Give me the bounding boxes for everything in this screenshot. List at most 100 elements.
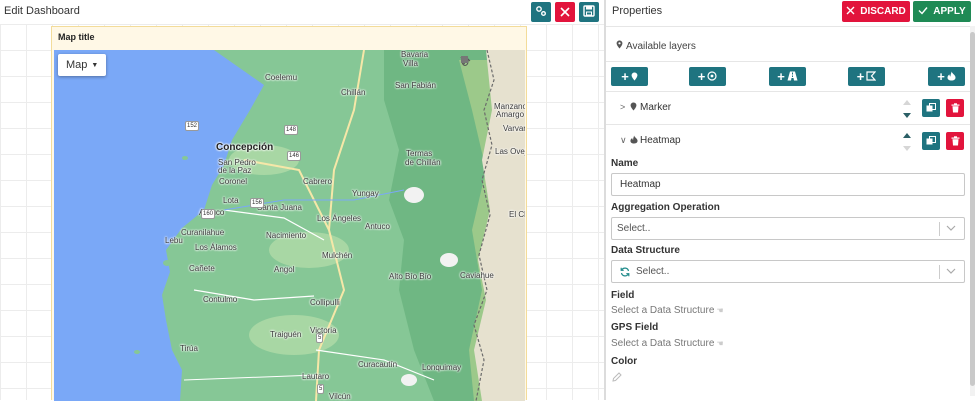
city-label: Nacimiento [266,231,307,240]
delete-layer-button[interactable] [946,132,964,150]
apply-button[interactable]: APPLY [913,1,971,22]
highway-shield: 160 [201,209,216,219]
city-label: Tirúa [180,344,198,353]
city-label: Yungay [352,189,379,198]
color-label: Color [611,356,638,367]
add-heatmap-layer-button[interactable]: + [928,67,965,86]
pointer-icon: ☚ [716,339,724,348]
settings-button[interactable] [531,2,551,22]
pointer-icon: ☚ [716,306,724,315]
available-layers-label: Available layers [626,41,696,52]
polygon-icon [866,69,877,84]
caret-down-icon: ▼ [91,61,99,69]
copy-icon [926,134,936,149]
layer-row-heatmap[interactable]: ∨ Heatmap [606,124,970,157]
add-polygon-layer-button[interactable]: + [848,67,885,86]
city-label: Caviahue [460,271,494,280]
city-label: de Chillán [405,158,441,167]
city-label: Bavaria [401,50,429,59]
add-route-layer-button[interactable]: + [769,67,806,86]
rectangle-icon[interactable] [461,55,505,68]
gps-field-label: GPS Field [611,322,659,333]
map-terrain [134,50,525,401]
save-button[interactable] [579,2,599,22]
city-label: Angol [274,265,295,274]
city-label: Amargo [496,110,525,119]
chevron-down-icon [946,223,956,236]
highway-shield: 5 [316,333,324,343]
dashboard-toolbar: Edit Dashboard [0,0,604,24]
map-type-selector[interactable]: Map ▼ [58,54,107,76]
add-marker-layer-button[interactable]: + [611,67,648,86]
city-label: El Cho [509,210,525,219]
close-dashboard-button[interactable] [555,2,575,22]
target-icon [707,69,717,84]
city-label: Las Ovejas [495,147,525,156]
city-label: Cañete [189,264,215,273]
map-view[interactable]: Map ▼ Bavaria Villa Coelemu San Fabián C… [54,50,525,401]
layer-name: Marker [640,102,672,113]
refresh-icon[interactable] [612,267,630,277]
aggregation-placeholder: Select.. [617,223,651,234]
map-widget[interactable]: Map title Map ▼ Bavaria Villa Coelemu Sa… [51,26,527,401]
marker-icon [630,102,637,114]
city-label: Lonquimay [422,363,462,372]
duplicate-layer-button[interactable] [922,132,940,150]
city-label: Lota [223,196,239,205]
chevron-right-icon[interactable]: > [620,102,625,112]
data-structure-select[interactable]: Select.. [611,260,965,283]
highway-shield: 5 [317,384,325,394]
field-hint: Select a Data Structure ☚ [611,305,724,316]
city-label: Termas [406,149,433,158]
highway-shield: 146 [287,151,302,161]
close-icon [560,5,570,20]
properties-panel: Properties DISCARD APPLY Available layer… [606,0,975,400]
panel-scrollbar[interactable] [970,26,975,396]
city-label: Coelemu [265,73,298,82]
data-structure-placeholder: Select.. [636,266,670,277]
name-label: Name [611,158,639,169]
city-label: San Fabián [395,81,436,90]
trash-icon [951,134,960,149]
name-input[interactable]: Heatmap [611,173,965,196]
heatmap-icon [947,69,956,84]
select-separator [939,222,940,236]
circle-icon[interactable] [461,55,521,68]
city-label: Collipulli [310,298,340,307]
scroll-thumb[interactable] [970,32,975,386]
city-label: Alto Bío Bío [389,272,432,281]
city-label: Victoria [310,326,337,335]
check-icon [918,6,928,18]
reorder-arrows[interactable] [902,129,912,155]
dashboard-canvas: Edit Dashboard Map title Map ▼ Bavaria V… [0,0,604,401]
city-label: Traiguén [270,330,302,339]
aggregation-label: Aggregation Operation [611,202,720,213]
layer-name: Heatmap [640,135,681,146]
copy-icon [926,101,936,116]
city-label: Los Ángeles [317,214,362,223]
chevron-down-icon [946,266,956,279]
gps-field-hint: Select a Data Structure ☚ [611,338,724,349]
layer-row-marker[interactable]: > Marker [606,91,970,124]
duplicate-layer-button[interactable] [922,99,940,117]
gps-hint-text: Select a Data Structure [611,338,715,349]
chevron-down-icon[interactable]: ∨ [620,135,627,146]
city-label: Contulmo [203,295,238,304]
aggregation-select[interactable]: Select.. [611,217,965,240]
heatmap-icon [630,135,638,147]
discard-button[interactable]: DISCARD [842,1,910,22]
reorder-arrows[interactable] [902,96,912,122]
delete-layer-button[interactable] [946,99,964,117]
select-separator [939,265,940,279]
draw-line-icon[interactable] [460,55,489,68]
city-label: Chillán [341,88,366,97]
city-label: Villa [403,59,418,68]
highway-shield: 148 [284,125,299,135]
discard-label: DISCARD [860,6,906,17]
available-layers-header: Available layers [606,26,970,62]
settings-icon [535,5,547,20]
marker-icon [631,69,638,84]
city-label: Lautaro [302,372,330,381]
pencil-icon[interactable] [612,372,622,385]
add-target-layer-button[interactable]: + [689,67,726,86]
